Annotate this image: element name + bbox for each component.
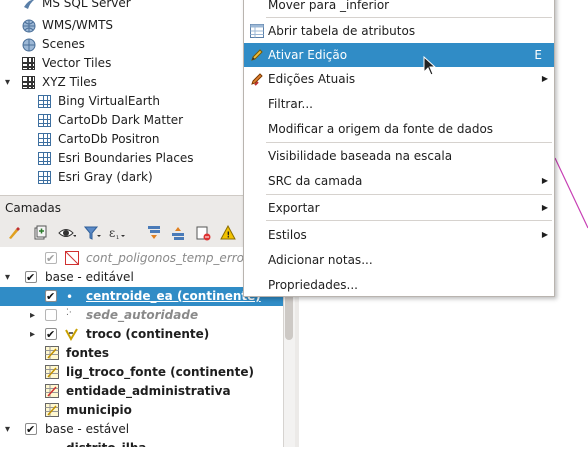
mouse-cursor-icon xyxy=(423,56,437,76)
layer-context-menu: Mover para _inferior Abrir tabela de atr… xyxy=(243,0,555,297)
layers-scrollbar-thumb[interactable] xyxy=(285,290,293,340)
table-icon xyxy=(45,346,59,360)
layer-visibility-checkbox[interactable] xyxy=(45,249,57,268)
mssql-icon xyxy=(22,0,35,10)
menu-item-scale-visibility[interactable]: Visibilidade baseada na escala xyxy=(244,144,554,168)
group-visibility-checkbox[interactable] xyxy=(25,268,37,287)
scenes-globe-icon xyxy=(22,38,36,52)
menu-item-filter[interactable]: Filtrar... xyxy=(244,92,554,116)
layers-tree: cont_poligonos_temp_erros ▾ base - editá… xyxy=(0,247,283,447)
layer-visibility-checkbox[interactable] xyxy=(45,309,57,321)
map-feature-line xyxy=(554,157,588,229)
menu-separator xyxy=(266,194,552,195)
attribute-table-icon xyxy=(249,23,265,39)
tile-icon xyxy=(38,171,51,184)
line-symbol-icon xyxy=(64,327,80,343)
layers-panel-title: Camadas xyxy=(5,201,61,215)
layer-group-row[interactable]: ▾ base - estável xyxy=(0,420,283,439)
layer-row-selected[interactable]: • centroide_ea (continente) xyxy=(0,287,283,306)
layers-toolbar: ε₁ ! xyxy=(0,220,243,247)
remove-layer-icon[interactable] xyxy=(195,225,211,241)
tile-icon xyxy=(38,114,51,127)
menu-item-export[interactable]: Exportar ▶ xyxy=(244,196,554,220)
chevron-down-icon[interactable]: ▾ xyxy=(5,420,10,439)
submenu-arrow-icon: ▶ xyxy=(541,230,548,239)
chevron-down-icon[interactable]: ▾ xyxy=(5,268,10,287)
chevron-right-icon[interactable]: ▸ xyxy=(30,325,35,344)
tile-icon xyxy=(38,152,51,165)
layer-group-row[interactable]: ▾ base - editável xyxy=(0,268,283,287)
submenu-arrow-icon: ▶ xyxy=(541,74,548,83)
svg-text:ε: ε xyxy=(109,226,115,240)
tile-icon xyxy=(38,133,51,146)
menu-item-add-notes[interactable]: Adicionar notas... xyxy=(244,248,554,272)
menu-item-layer-crs[interactable]: SRC da camada ▶ xyxy=(244,169,554,193)
warning-icon[interactable]: ! xyxy=(220,224,236,241)
vector-tiles-icon xyxy=(22,57,35,70)
table-icon xyxy=(45,403,59,417)
group-visibility-checkbox[interactable] xyxy=(25,420,37,439)
layers-panel-header: Camadas xyxy=(0,195,243,221)
style-panel-icon[interactable] xyxy=(6,225,22,241)
layer-row[interactable]: cont_poligonos_temp_erros xyxy=(0,249,283,268)
menu-item-toggle-editing[interactable]: Ativar Edição E xyxy=(244,43,554,67)
wms-globe-icon xyxy=(22,19,36,33)
layer-row[interactable]: ▸ troco (continente) xyxy=(0,325,283,344)
add-group-icon[interactable] xyxy=(32,225,48,241)
menu-item-styles[interactable]: Estilos ▶ xyxy=(244,223,554,247)
layer-row[interactable]: municipio xyxy=(0,401,283,420)
table-icon xyxy=(45,384,59,398)
edits-icon xyxy=(249,71,265,87)
point-cluster-icon: ⁚· xyxy=(66,308,72,318)
filter-icon[interactable] xyxy=(83,225,101,241)
menu-separator xyxy=(266,142,552,143)
chevron-down-icon[interactable]: ▾ xyxy=(5,73,10,92)
layer-visibility-checkbox[interactable] xyxy=(45,325,57,344)
no-symbol-icon xyxy=(65,251,79,265)
submenu-arrow-icon: ▶ xyxy=(541,176,548,185)
submenu-arrow-icon: ▶ xyxy=(541,203,548,212)
layer-row[interactable]: entidade_administrativa xyxy=(0,382,283,401)
menu-item-open-attribute-table[interactable]: Abrir tabela de atributos xyxy=(244,19,554,43)
menu-separator xyxy=(266,220,552,221)
visibility-eye-icon[interactable] xyxy=(58,225,77,241)
svg-text:₁: ₁ xyxy=(116,232,119,241)
map-canvas[interactable] xyxy=(554,0,588,447)
chevron-right-icon[interactable]: ▸ xyxy=(30,306,35,325)
pencil-icon xyxy=(249,47,265,63)
table-icon xyxy=(45,365,59,379)
layer-row[interactable]: lig_troco_fonte (continente) xyxy=(0,363,283,382)
tile-icon xyxy=(38,95,51,108)
layer-row[interactable]: ▸ ⁚· sede_autoridade xyxy=(0,306,283,325)
xyz-tiles-icon xyxy=(22,76,35,89)
layer-visibility-checkbox[interactable] xyxy=(45,287,57,306)
collapse-all-icon[interactable] xyxy=(170,225,186,241)
menu-separator xyxy=(266,17,552,18)
menu-item-current-edits[interactable]: Edições Atuais ▶ xyxy=(244,67,554,91)
expression-filter-icon[interactable]: ε₁ xyxy=(108,225,125,241)
menu-item-move-bottom[interactable]: Mover para _inferior xyxy=(244,0,554,17)
menu-item-change-data-source[interactable]: Modificar a origem da fonte de dados xyxy=(244,117,554,141)
layer-row[interactable]: fontes xyxy=(0,344,283,363)
layer-row[interactable]: distrito_ilha xyxy=(0,439,283,447)
menu-item-properties[interactable]: Propriedades... xyxy=(244,273,554,297)
svg-text:!: ! xyxy=(227,231,231,240)
expand-all-icon[interactable] xyxy=(146,225,162,241)
browser-panel: MS SQL Server WMS/WMTS Scenes Vector Til… xyxy=(0,0,243,195)
